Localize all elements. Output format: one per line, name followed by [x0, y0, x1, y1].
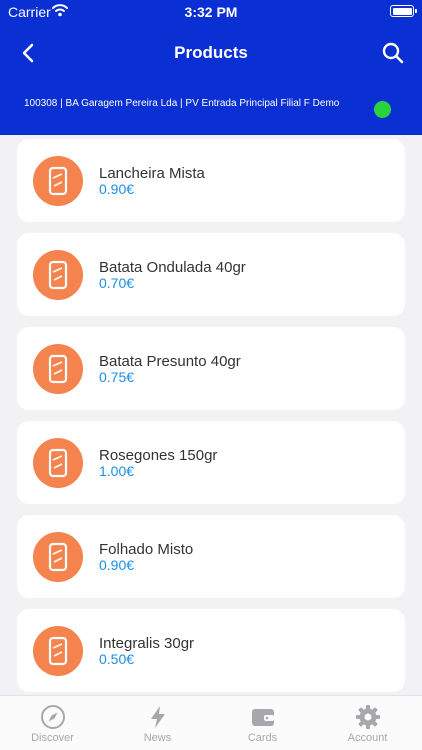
tab-label: News — [143, 732, 172, 744]
product-price: 0.50€ — [99, 651, 135, 667]
product-icon — [33, 438, 83, 488]
battery-icon — [390, 5, 417, 17]
status-bar: Carrier 3:32 PM — [0, 0, 422, 24]
product-name: Lancheira Mista — [99, 165, 205, 182]
gear-icon — [356, 705, 380, 729]
tab-cards[interactable]: Cards — [210, 696, 315, 750]
connection-status-indicator — [374, 101, 391, 118]
product-name: Integralis 30gr — [99, 635, 195, 652]
compass-icon — [41, 705, 65, 729]
product-icon — [33, 344, 83, 394]
product-price: 0.90€ — [99, 181, 135, 197]
product-icon — [33, 156, 83, 206]
search-button[interactable] — [380, 40, 406, 66]
product-card[interactable]: Integralis 30gr 0.50€ — [17, 609, 405, 692]
tab-label: Discover — [31, 732, 74, 744]
tab-bar: Discover News Cards Account — [0, 695, 422, 750]
product-name: Folhado Misto — [99, 541, 194, 558]
tab-label: Account — [347, 732, 388, 744]
product-card[interactable]: Lancheira Mista 0.90€ — [17, 139, 405, 222]
product-card[interactable]: Batata Ondulada 40gr 0.70€ — [17, 233, 405, 316]
product-card[interactable]: Rosegones 150gr 1.00€ — [17, 421, 405, 504]
header: Carrier 3:32 PM Products 100308 | BA Gar… — [0, 0, 422, 135]
product-icon — [33, 532, 83, 582]
product-price: 0.90€ — [99, 557, 135, 573]
lightning-icon — [151, 706, 165, 728]
product-price: 0.70€ — [99, 275, 135, 291]
product-card[interactable]: Folhado Misto 0.90€ — [17, 515, 405, 598]
product-price: 0.75€ — [99, 369, 135, 385]
tab-news[interactable]: News — [105, 696, 210, 750]
product-icon — [33, 250, 83, 300]
product-card[interactable]: Batata Presunto 40gr 0.75€ — [17, 327, 405, 410]
product-name: Batata Ondulada 40gr — [99, 259, 246, 276]
store-info: 100308 | BA Garagem Pereira Lda | PV Ent… — [24, 98, 340, 109]
product-price: 1.00€ — [99, 463, 135, 479]
search-icon — [382, 42, 404, 64]
status-time: 3:32 PM — [184, 4, 238, 20]
tab-discover[interactable]: Discover — [0, 696, 105, 750]
tab-account[interactable]: Account — [315, 696, 420, 750]
wallet-icon — [252, 709, 274, 726]
page-title: Products — [174, 43, 248, 62]
product-name: Rosegones 150gr — [99, 447, 218, 464]
product-icon — [33, 626, 83, 676]
product-name: Batata Presunto 40gr — [99, 353, 241, 370]
tab-label: Cards — [247, 732, 278, 744]
product-list[interactable]: Lancheira Mista 0.90€ Batata Ondulada 40… — [0, 135, 422, 695]
